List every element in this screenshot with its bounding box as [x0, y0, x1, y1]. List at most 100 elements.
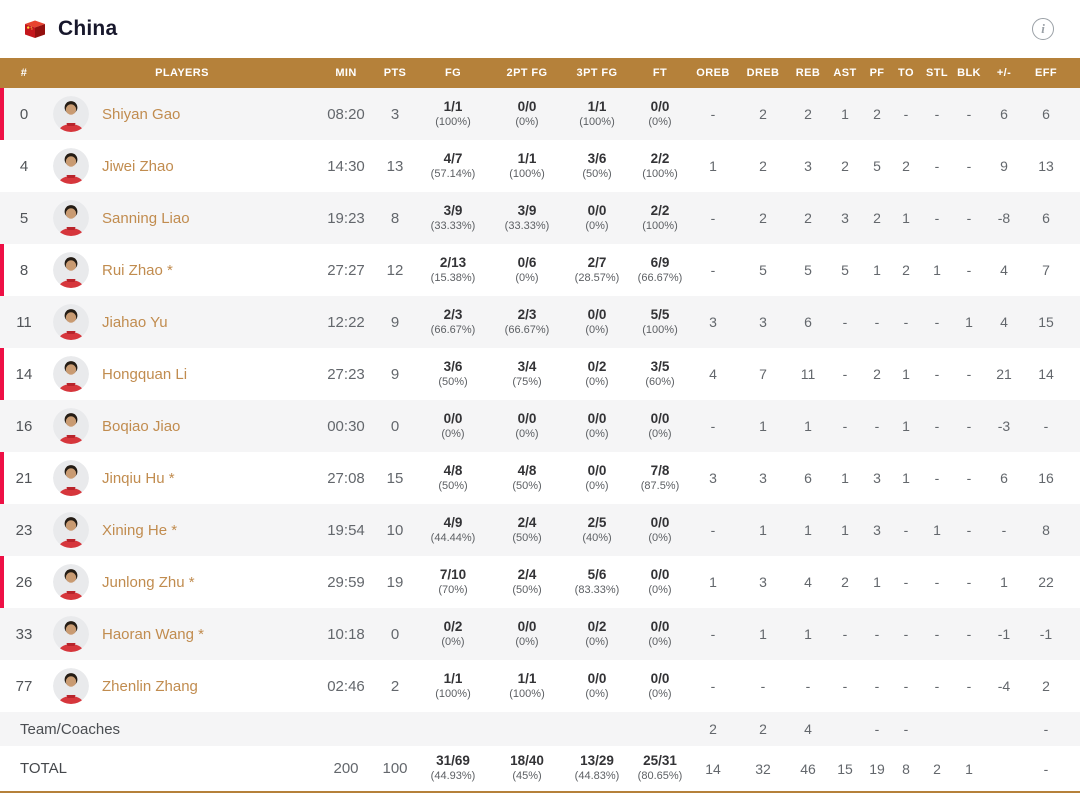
player-avatar — [48, 616, 94, 652]
stat-ast: 2 — [828, 158, 862, 174]
player-name-link[interactable]: Rui Zhao * — [94, 262, 316, 279]
player-avatar — [48, 148, 94, 184]
stat-dreb: 2 — [738, 158, 788, 174]
stat-2ptfg: 1/1 (100%) — [492, 151, 562, 182]
stat-2ptfg: 0/0 (0%) — [492, 411, 562, 442]
player-avatar — [48, 96, 94, 132]
table-row[interactable]: 77 Zhenlin Zhang 02:46 2 1/1 (100%) 1/1 — [0, 660, 1080, 712]
stat-to: 1 — [892, 418, 920, 434]
team-coaches-label: Team/Coaches — [0, 721, 688, 738]
stat-ft: 5/5 (100%) — [632, 307, 688, 338]
stat-blk: 1 — [954, 314, 984, 330]
stat-to: - — [892, 574, 920, 590]
stat-ast: - — [828, 314, 862, 330]
stat-pf: 19 — [862, 761, 892, 777]
player-name-link[interactable]: Zhenlin Zhang — [94, 678, 316, 695]
stat-plusminus: 1 — [984, 574, 1024, 590]
stat-fg: 2/13 (15.38%) — [414, 255, 492, 286]
stat-dreb: 1 — [738, 522, 788, 538]
table-row[interactable]: 8 Rui Zhao * 27:27 12 2/13 (15.38%) 0/6 — [0, 244, 1080, 296]
stat-2ptfg: 0/0 (0%) — [492, 619, 562, 650]
stat-pts: 0 — [376, 626, 414, 643]
player-name-link[interactable]: Sanning Liao — [94, 210, 316, 227]
stat-stl: - — [920, 366, 954, 382]
stat-fg: 3/6 (50%) — [414, 359, 492, 390]
jersey-number: 0 — [0, 106, 48, 123]
stat-dreb: 5 — [738, 262, 788, 278]
stat-2ptfg: 0/6 (0%) — [492, 255, 562, 286]
table-row[interactable]: 4 Jiwei Zhao 14:30 13 4/7 (57.14%) 1/1 — [0, 140, 1080, 192]
table-row[interactable]: 14 Hongquan Li 27:23 9 3/6 (50%) 3/4 — [0, 348, 1080, 400]
stat-pts: 8 — [376, 210, 414, 227]
stat-eff: - — [1024, 721, 1068, 737]
stat-ast: 15 — [828, 761, 862, 777]
col-number: # — [0, 67, 48, 79]
stat-eff: 16 — [1024, 470, 1068, 486]
stat-oreb: 1 — [688, 158, 738, 174]
stat-min: 14:30 — [316, 158, 376, 175]
stat-to: 8 — [892, 761, 920, 777]
col-players: PLAYERS — [48, 67, 316, 79]
player-photo-icon — [53, 564, 89, 600]
stat-min: 19:23 — [316, 210, 376, 227]
stat-to: 1 — [892, 210, 920, 226]
stat-pf: 2 — [862, 366, 892, 382]
stat-blk: - — [954, 158, 984, 174]
col-to: TO — [892, 67, 920, 79]
player-name-link[interactable]: Hongquan Li — [94, 366, 316, 383]
stat-reb: 11 — [788, 366, 828, 382]
stat-dreb: 2 — [738, 210, 788, 226]
stat-ast: - — [828, 626, 862, 642]
player-name-link[interactable]: Shiyan Gao — [94, 106, 316, 123]
player-photo-icon — [53, 408, 89, 444]
stat-oreb: - — [688, 626, 738, 642]
stat-plusminus: - — [984, 522, 1024, 538]
player-photo-icon — [53, 304, 89, 340]
stat-oreb: - — [688, 210, 738, 226]
player-name-link[interactable]: Jiahao Yu — [94, 314, 316, 331]
table-row[interactable]: 16 Boqiao Jiao 00:30 0 0/0 (0%) 0/0 — [0, 400, 1080, 452]
player-photo-icon — [53, 616, 89, 652]
stat-ast: 1 — [828, 106, 862, 122]
info-icon[interactable]: i — [1032, 18, 1054, 40]
table-row[interactable]: 5 Sanning Liao 19:23 8 3/9 (33.33%) 3/9 — [0, 192, 1080, 244]
stat-pf: 1 — [862, 262, 892, 278]
china-flag-icon — [22, 17, 48, 41]
stat-eff: 7 — [1024, 262, 1068, 278]
player-photo-icon — [53, 96, 89, 132]
stat-2ptfg: 2/4 (50%) — [492, 567, 562, 598]
stat-min: 27:23 — [316, 366, 376, 383]
stat-to: 2 — [892, 262, 920, 278]
stat-to: - — [892, 626, 920, 642]
player-name-link[interactable]: Jiwei Zhao — [94, 158, 316, 175]
table-row[interactable]: 21 Jinqiu Hu * 27:08 15 4/8 (50%) 4/8 — [0, 452, 1080, 504]
stat-fg: 0/0 (0%) — [414, 411, 492, 442]
stat-2ptfg: 2/4 (50%) — [492, 515, 562, 546]
player-photo-icon — [53, 668, 89, 704]
stat-2ptfg: 1/1 (100%) — [492, 671, 562, 702]
stat-eff: 8 — [1024, 522, 1068, 538]
col-oreb: OREB — [688, 67, 738, 79]
player-photo-icon — [53, 512, 89, 548]
table-row[interactable]: 11 Jiahao Yu 12:22 9 2/3 (66.67%) 2/3 — [0, 296, 1080, 348]
stat-ft: 25/31 (80.65%) — [632, 753, 688, 784]
stat-blk: - — [954, 366, 984, 382]
table-row[interactable]: 23 Xining He * 19:54 10 4/9 (44.44%) 2/ — [0, 504, 1080, 556]
player-photo-icon — [53, 200, 89, 236]
stat-fg: 31/69 (44.93%) — [414, 753, 492, 784]
table-row[interactable]: 33 Haoran Wang * 10:18 0 0/2 (0%) 0/0 — [0, 608, 1080, 660]
table-row[interactable]: 0 Shiyan Gao 08:20 3 1/1 (100%) 0/0 — [0, 88, 1080, 140]
stat-3ptfg: 3/6 (50%) — [562, 151, 632, 182]
jersey-number: 11 — [0, 314, 48, 331]
player-name-link[interactable]: Boqiao Jiao — [94, 418, 316, 435]
stat-eff: 22 — [1024, 574, 1068, 590]
stat-plusminus: 21 — [984, 366, 1024, 382]
stat-stl: - — [920, 106, 954, 122]
stat-eff: 13 — [1024, 158, 1068, 174]
table-row[interactable]: 26 Junlong Zhu * 29:59 19 7/10 (70%) 2/ — [0, 556, 1080, 608]
player-name-link[interactable]: Junlong Zhu * — [94, 574, 316, 591]
player-name-link[interactable]: Haoran Wang * — [94, 626, 316, 643]
stat-ft: 0/0 (0%) — [632, 619, 688, 650]
player-name-link[interactable]: Jinqiu Hu * — [94, 470, 316, 487]
player-name-link[interactable]: Xining He * — [94, 522, 316, 539]
